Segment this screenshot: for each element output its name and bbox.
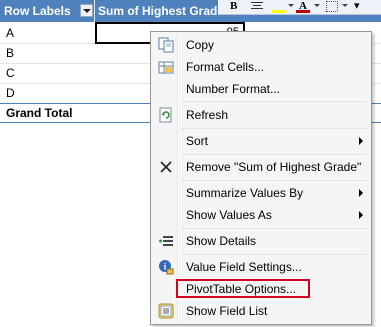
menu-item-refresh[interactable]: Refresh <box>153 104 369 126</box>
menu-separator <box>181 180 367 181</box>
header-divider <box>94 0 95 22</box>
menu-item-show-values-as[interactable]: Show Values As <box>153 204 369 226</box>
row-labels-filter-dropdown[interactable] <box>80 4 93 17</box>
menu-item-label: Sort <box>186 134 209 148</box>
menu-item-summarize-values-by[interactable]: Summarize Values By <box>153 182 369 204</box>
fill-color-swatch <box>272 10 286 13</box>
menu-separator <box>181 254 367 255</box>
menu-item-label: Format Cells... <box>186 60 265 74</box>
borders-icon[interactable] <box>326 1 338 12</box>
menu-item-label: Refresh <box>186 108 229 122</box>
copy-icon <box>158 37 174 53</box>
format-cells-icon <box>158 61 174 74</box>
row-labels-header[interactable]: Row Labels <box>4 0 71 22</box>
center-align-icon[interactable] <box>251 0 263 13</box>
menu-item-show-field-list[interactable]: Show Field List <box>153 300 369 322</box>
font-color-button[interactable]: A <box>296 0 310 13</box>
menu-separator <box>181 101 367 102</box>
menu-item-format-cells[interactable]: Format Cells... <box>153 56 369 78</box>
mini-toolbar: B A ▾ <box>218 0 381 15</box>
fill-color-dropdown-icon[interactable] <box>288 4 294 7</box>
menu-separator <box>181 128 367 129</box>
menu-item-value-field-settings[interactable]: i Value Field Settings... <box>153 256 369 278</box>
sum-field-header[interactable]: Sum of Highest Grade <box>98 0 224 22</box>
menu-item-number-format[interactable]: Number Format... <box>153 78 369 100</box>
font-color-dropdown-icon[interactable] <box>314 4 320 7</box>
menu-separator <box>181 154 367 155</box>
menu-item-label: Copy <box>186 38 215 52</box>
refresh-icon <box>159 107 172 123</box>
grand-total-label[interactable]: Grand Total <box>6 106 72 120</box>
row-label-d[interactable]: D <box>6 86 15 100</box>
fill-color-button[interactable] <box>272 0 286 13</box>
font-color-swatch <box>296 10 310 13</box>
more-options-icon[interactable]: ▾ <box>354 0 360 13</box>
menu-item-label: Show Details <box>186 234 257 248</box>
menu-item-label: Summarize Values By <box>186 186 304 200</box>
row-label-c[interactable]: C <box>6 66 15 80</box>
menu-item-label: Value Field Settings... <box>186 260 302 274</box>
menu-item-remove-field[interactable]: Remove "Sum of Highest Grade" <box>153 156 369 178</box>
menu-item-show-details[interactable]: Show Details <box>153 230 369 252</box>
menu-separator <box>181 228 367 229</box>
bold-button[interactable]: B <box>230 0 237 13</box>
submenu-arrow-icon <box>359 137 363 145</box>
remove-x-icon <box>160 161 172 173</box>
show-details-icon <box>159 236 173 246</box>
pivottable-options-highlight <box>176 279 310 298</box>
menu-item-sort[interactable]: Sort <box>153 130 369 152</box>
menu-item-copy[interactable]: Copy <box>153 34 369 56</box>
menu-item-label: Number Format... <box>186 82 281 96</box>
row-label-b[interactable]: B <box>6 46 14 60</box>
row-label-a[interactable]: A <box>6 26 14 40</box>
submenu-arrow-icon <box>359 189 363 197</box>
borders-dropdown-icon[interactable] <box>342 4 348 7</box>
menu-item-label: Remove "Sum of Highest Grade" <box>186 160 362 174</box>
submenu-arrow-icon <box>359 211 363 219</box>
menu-item-label: Show Field List <box>186 304 268 318</box>
field-list-icon <box>158 303 174 319</box>
value-field-settings-icon: i <box>159 260 174 275</box>
menu-item-label: Show Values As <box>186 208 272 222</box>
